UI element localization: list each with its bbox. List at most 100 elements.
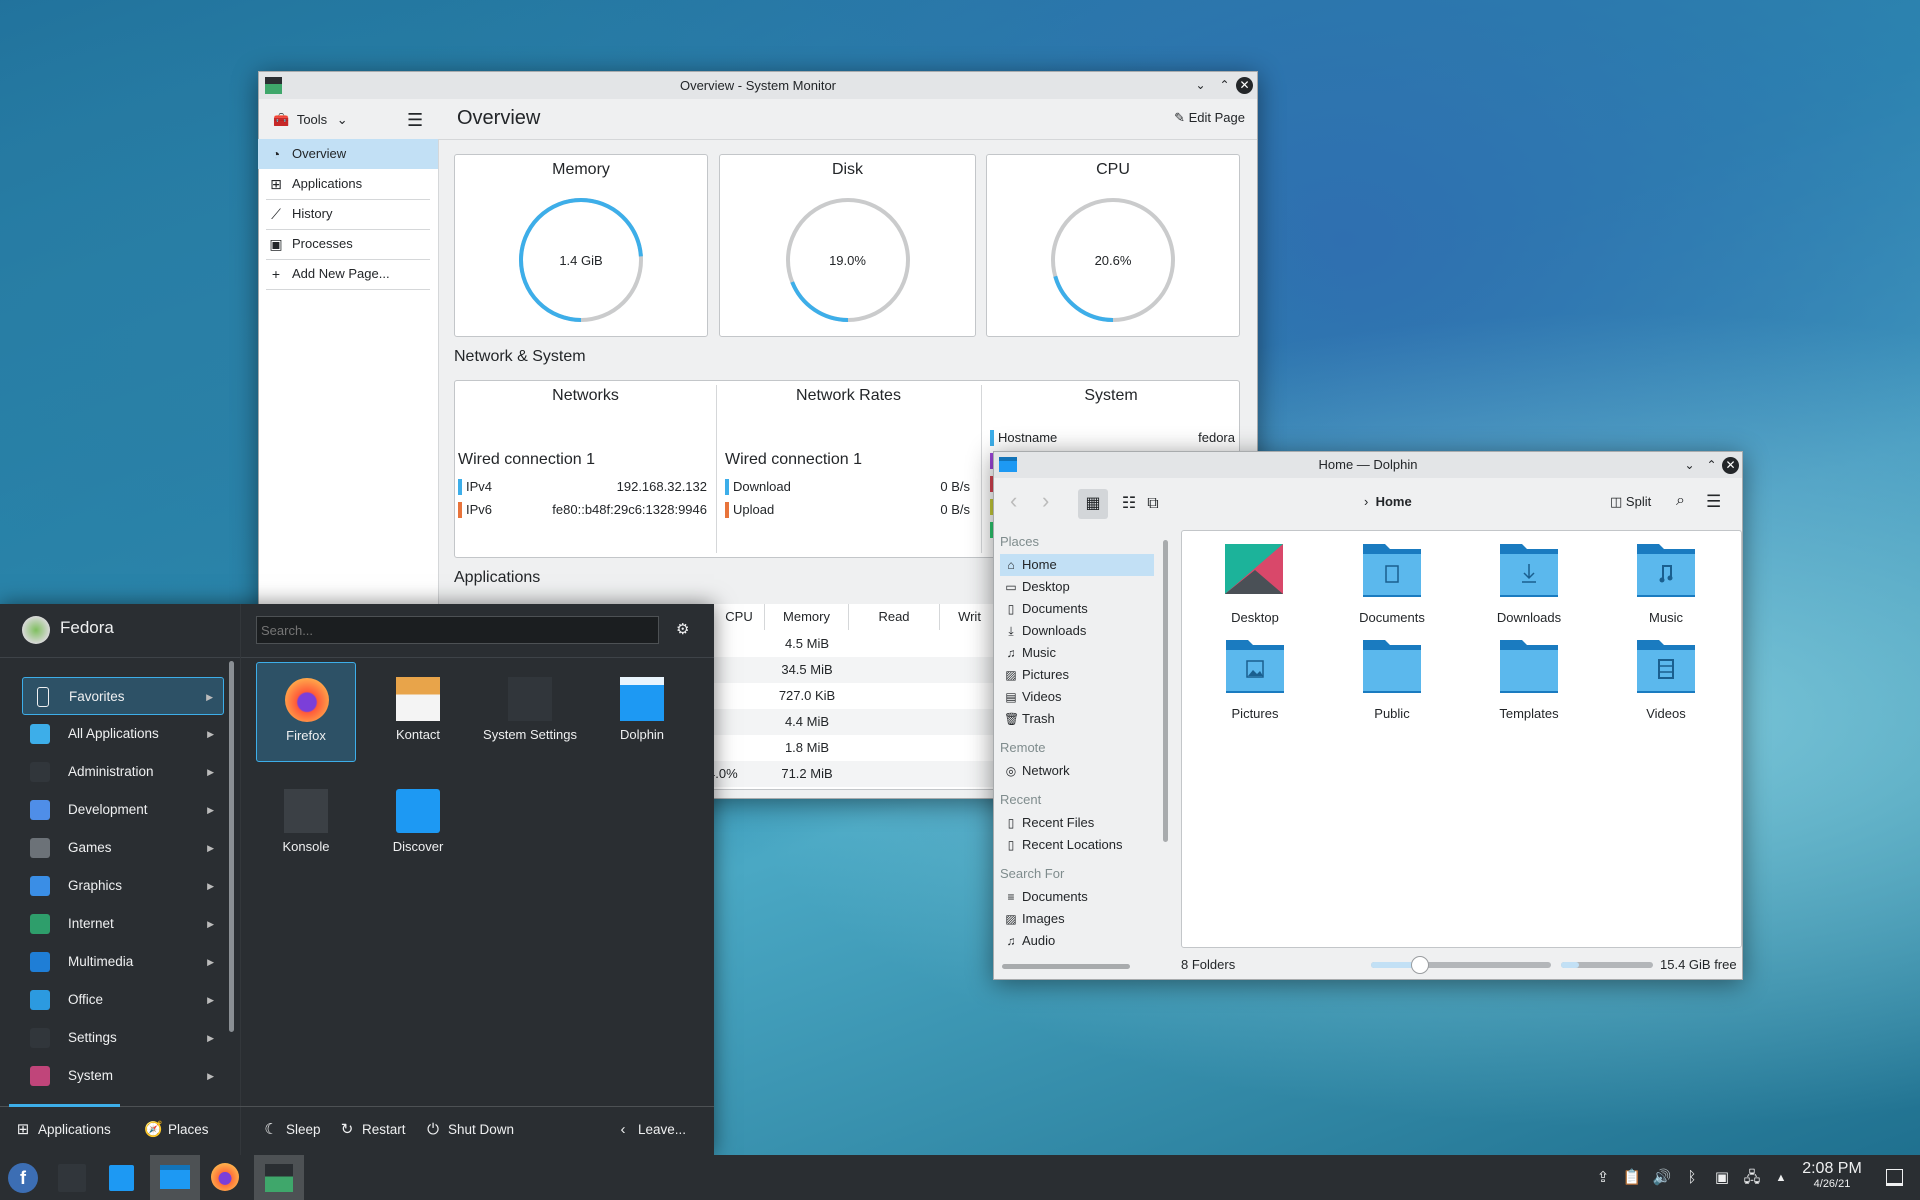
icons-view-button[interactable]: ▦ bbox=[1078, 489, 1108, 519]
place-desktop[interactable]: ▭ Desktop bbox=[1000, 576, 1154, 598]
folder-videos[interactable]: Videos bbox=[1606, 638, 1726, 728]
search-input[interactable] bbox=[256, 616, 659, 644]
category-graphics[interactable]: Graphics ▶ bbox=[22, 867, 224, 905]
category-office[interactable]: Office ▶ bbox=[22, 981, 224, 1019]
task-dolphin[interactable] bbox=[150, 1155, 200, 1200]
removable-device-icon[interactable]: ▣ bbox=[1711, 1167, 1733, 1189]
details-view-button[interactable]: ⧉ bbox=[1138, 489, 1168, 519]
favorite-discover[interactable]: Discover bbox=[368, 774, 468, 874]
task-system-settings[interactable] bbox=[47, 1155, 97, 1200]
minimize-button[interactable]: ⌄ bbox=[1192, 77, 1209, 94]
place-videos[interactable]: ▤ Videos bbox=[1000, 686, 1154, 708]
folder-templates[interactable]: Templates bbox=[1469, 638, 1589, 728]
category-multimedia[interactable]: Multimedia ▶ bbox=[22, 943, 224, 981]
leave-button[interactable]: ‹ Leave... bbox=[614, 1118, 687, 1142]
place-documents[interactable]: ≡ Documents bbox=[1000, 886, 1154, 908]
clock[interactable]: 2:08 PM 4/26/21 bbox=[1792, 1160, 1872, 1190]
maximize-button[interactable]: ⌃ bbox=[1703, 457, 1720, 474]
expand-tray-icon[interactable]: ▲ bbox=[1770, 1167, 1792, 1189]
folder-documents[interactable]: Documents bbox=[1332, 542, 1452, 632]
show-desktop-button[interactable] bbox=[1886, 1169, 1903, 1186]
user-avatar[interactable] bbox=[22, 616, 50, 644]
places-scrollbar[interactable] bbox=[1163, 540, 1168, 842]
places-horizontal-scrollbar[interactable] bbox=[1002, 964, 1130, 969]
category-administration[interactable]: Administration ▶ bbox=[22, 753, 224, 791]
maximize-button[interactable]: ⌃ bbox=[1216, 77, 1233, 94]
column-header-writ[interactable]: Writ bbox=[940, 604, 1000, 630]
restart-button[interactable]: ↻ Restart bbox=[338, 1118, 406, 1142]
close-button[interactable]: ✕ bbox=[1722, 457, 1739, 474]
place-home[interactable]: ⌂ Home bbox=[1000, 554, 1154, 576]
place-recent-locations[interactable]: ▯ Recent Locations bbox=[1000, 834, 1154, 856]
place-pictures[interactable]: ▨ Pictures bbox=[1000, 664, 1154, 686]
category-scrollbar[interactable] bbox=[229, 661, 234, 1032]
place-downloads[interactable]: ⤓ Downloads bbox=[1000, 620, 1154, 642]
sidebar-item-add-new-page[interactable]: + Add New Page... bbox=[258, 259, 438, 289]
folder-music[interactable]: Music bbox=[1606, 542, 1726, 632]
favorite-kontact[interactable]: Kontact bbox=[368, 662, 468, 762]
applications-tab[interactable]: ⊞ Applications bbox=[14, 1118, 111, 1142]
favorite-firefox[interactable]: Firefox bbox=[256, 662, 356, 762]
places-tab[interactable]: 🧭 Places bbox=[144, 1118, 209, 1142]
column-header-memory[interactable]: Memory bbox=[765, 604, 849, 630]
sidebar-item-history[interactable]: ⟋ History bbox=[258, 199, 438, 229]
gauge-card-disk: Disk 19.0% bbox=[719, 154, 976, 337]
category-system[interactable]: System ▶ bbox=[22, 1057, 224, 1095]
fedora-menu-button[interactable]: f bbox=[0, 1155, 50, 1200]
place-music[interactable]: ♫ Music bbox=[1000, 642, 1154, 664]
place-documents[interactable]: ▯ Documents bbox=[1000, 598, 1154, 620]
split-button[interactable]: ◫ Split bbox=[1610, 494, 1651, 510]
bluetooth-icon[interactable]: ᛒ bbox=[1681, 1167, 1703, 1189]
place-images[interactable]: ▨ Images bbox=[1000, 908, 1154, 930]
place-network[interactable]: ◎ Network bbox=[1000, 760, 1154, 782]
zoom-slider[interactable] bbox=[1371, 956, 1551, 974]
sleep-button[interactable]: ☾ Sleep bbox=[262, 1118, 320, 1142]
sidebar-item-overview[interactable]: ◔ Overview bbox=[258, 139, 438, 169]
kv-key: IPv4 bbox=[466, 479, 493, 494]
hamburger-menu-icon[interactable]: ☰ bbox=[1706, 492, 1721, 512]
search-icon[interactable]: ⌕ bbox=[1676, 492, 1685, 510]
column-header-cpu[interactable]: CPU bbox=[714, 604, 765, 630]
task-discover[interactable] bbox=[97, 1155, 147, 1200]
category-all-applications[interactable]: All Applications ▶ bbox=[22, 715, 224, 753]
breadcrumb[interactable]: › Home bbox=[1364, 494, 1412, 509]
category-settings[interactable]: Settings ▶ bbox=[22, 1019, 224, 1057]
category-internet[interactable]: Internet ▶ bbox=[22, 905, 224, 943]
minimize-button[interactable]: ⌄ bbox=[1681, 457, 1698, 474]
updates-icon[interactable]: ⇪ bbox=[1592, 1167, 1614, 1189]
filter-settings-icon[interactable]: ⚙ bbox=[676, 620, 696, 640]
favorite-konsole[interactable]: Konsole bbox=[256, 774, 356, 874]
forward-button[interactable]: › bbox=[1042, 488, 1049, 514]
place-recent-files[interactable]: ▯ Recent Files bbox=[1000, 812, 1154, 834]
kv-value: 0 B/s bbox=[940, 479, 970, 494]
sidebar-item-processes[interactable]: ▣ Processes bbox=[258, 229, 438, 259]
sidebar-item-label: History bbox=[292, 206, 333, 221]
task-system-monitor[interactable] bbox=[254, 1155, 304, 1200]
volume-icon[interactable]: 🔊 bbox=[1651, 1167, 1673, 1189]
folder-public[interactable]: Public bbox=[1332, 638, 1452, 728]
folder-downloads[interactable]: Downloads bbox=[1469, 542, 1589, 632]
place-trash[interactable]: 🗑 Trash bbox=[1000, 708, 1154, 730]
edit-page-button[interactable]: ✎ Edit Page bbox=[1174, 110, 1245, 126]
column-header-read[interactable]: Read bbox=[849, 604, 940, 630]
category-favorites[interactable]: Favorites ▶ bbox=[22, 677, 224, 715]
zoom-slider-handle[interactable] bbox=[1410, 956, 1429, 974]
category-development[interactable]: Development ▶ bbox=[22, 791, 224, 829]
place-audio[interactable]: ♫ Audio bbox=[1000, 930, 1154, 952]
sidebar-item-applications[interactable]: ⊞ Applications bbox=[258, 169, 438, 199]
shutdown-button[interactable]: ⏻ Shut Down bbox=[424, 1118, 514, 1142]
hamburger-menu-icon[interactable]: ☰ bbox=[407, 110, 423, 131]
favorite-dolphin[interactable]: Dolphin bbox=[592, 662, 692, 762]
shutdown-label: Shut Down bbox=[448, 1122, 515, 1137]
close-button[interactable]: ✕ bbox=[1236, 77, 1253, 94]
network-icon[interactable]: 🖧 bbox=[1741, 1167, 1763, 1189]
category-games[interactable]: Games ▶ bbox=[22, 829, 224, 867]
back-button[interactable]: ‹ bbox=[1010, 488, 1017, 514]
kv-key: Download bbox=[733, 479, 791, 494]
favorite-system-settings[interactable]: System Settings bbox=[480, 662, 580, 762]
folder-pictures[interactable]: Pictures bbox=[1195, 638, 1315, 728]
folder-desktop[interactable]: Desktop bbox=[1195, 542, 1315, 632]
tools-button[interactable]: 🧰 Tools ⌄ bbox=[273, 108, 348, 132]
task-firefox[interactable] bbox=[202, 1155, 252, 1200]
clipboard-icon[interactable]: 📋 bbox=[1621, 1167, 1643, 1189]
